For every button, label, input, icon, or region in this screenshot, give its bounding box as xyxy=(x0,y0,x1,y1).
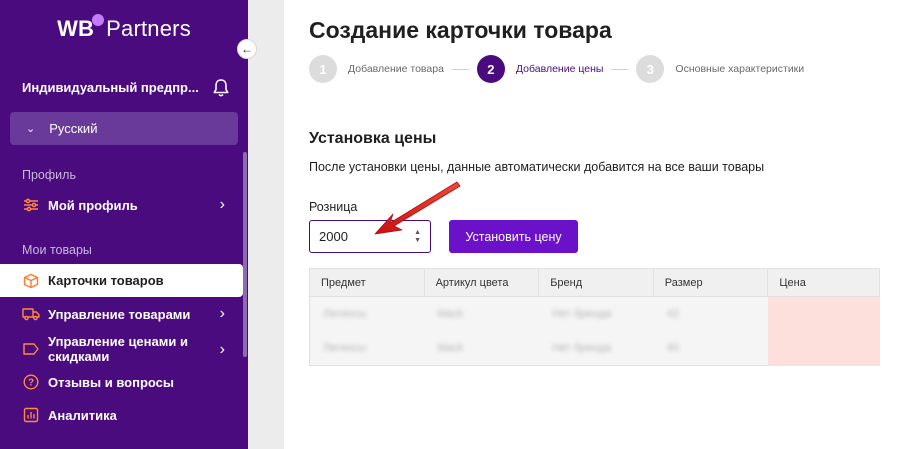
step-divider xyxy=(611,68,629,70)
section-title: Установка цены xyxy=(309,130,437,147)
header-brand: Бренд xyxy=(539,269,654,297)
label-line-2: скидками xyxy=(48,349,110,364)
chevron-right-icon: › xyxy=(219,340,225,358)
sidebar: WB Partners Индивидуальный предпр... ⌄ Ру… xyxy=(0,0,248,449)
retail-price-value: 2000 xyxy=(319,229,348,244)
sidebar-item-label: Аналитика xyxy=(48,407,117,423)
cell-brand: Нет бренда xyxy=(552,308,612,320)
table-body: Легинсы black Нет бренда 42 Легинсы blac… xyxy=(310,297,879,365)
sidebar-item-product-cards[interactable]: Карточки товаров xyxy=(0,264,243,297)
stepper: 1 Добавление товара 2 Добавление цены 3 … xyxy=(309,55,804,83)
step-divider xyxy=(451,68,469,70)
bell-icon[interactable] xyxy=(212,78,230,98)
collapse-sidebar-button[interactable]: ← xyxy=(237,39,257,59)
logo-dot-icon xyxy=(92,14,105,26)
sidebar-item-price-management[interactable]: Управление ценами и скидками › xyxy=(0,333,243,365)
cell-size: 40 xyxy=(666,342,680,354)
chevron-right-icon: › xyxy=(219,196,225,213)
section-profile: Профиль xyxy=(22,168,76,182)
step-label: Основные характеристики xyxy=(675,63,805,75)
cell-subject: Легинсы xyxy=(323,308,366,320)
logo-partners-text: Partners xyxy=(106,16,191,41)
page-title: Создание карточки товара xyxy=(309,17,612,43)
step-1[interactable]: 1 Добавление товара xyxy=(309,55,444,83)
box-icon xyxy=(22,272,40,290)
arrow-left-icon: ← xyxy=(241,42,253,56)
svg-text:?: ? xyxy=(28,378,34,389)
sliders-icon xyxy=(22,196,40,214)
annotation-arrow-icon xyxy=(374,181,461,235)
table-header: Предмет Артикул цвета Бренд Размер Цена xyxy=(310,269,879,297)
logo-wb-text: WB xyxy=(57,16,95,41)
sidebar-item-label: Мой профиль xyxy=(48,197,138,213)
label-line-1: Управление ценами и xyxy=(48,334,188,349)
step-number: 2 xyxy=(476,55,505,83)
sidebar-item-label: Отзывы и вопросы xyxy=(48,374,175,390)
sidebar-scrollbar[interactable] xyxy=(243,152,247,357)
sidebar-item-my-profile[interactable]: Мой профиль › xyxy=(0,193,243,217)
table-row[interactable]: Легинсы black Нет бренда 42 xyxy=(310,297,879,331)
table-row[interactable]: Легинсы black Нет бренда 40 xyxy=(310,331,879,365)
chevron-right-icon: › xyxy=(219,305,225,322)
retail-label: Розница xyxy=(309,200,358,214)
tag-icon xyxy=(22,340,40,358)
cell-color-article: black xyxy=(437,308,464,320)
header-color-article: Артикул цвета xyxy=(425,269,540,297)
sidebar-item-reviews[interactable]: ? Отзывы и вопросы xyxy=(0,370,243,394)
gutter xyxy=(248,0,284,449)
sidebar-item-label: Карточки товаров xyxy=(48,273,164,288)
cell-price[interactable] xyxy=(768,331,879,365)
step-label: Добавление товара xyxy=(348,63,444,75)
truck-icon xyxy=(22,305,40,323)
goods-table: Предмет Артикул цвета Бренд Размер Цена … xyxy=(309,268,880,366)
header-subject: Предмет xyxy=(310,269,425,297)
question-icon: ? xyxy=(22,373,40,391)
step-number: 1 xyxy=(309,55,337,83)
section-my-goods: Мои товары xyxy=(22,243,92,257)
sidebar-item-label: Управление ценами и скидками xyxy=(48,334,188,364)
sidebar-item-analytics[interactable]: Аналитика xyxy=(0,403,243,427)
wb-partners-logo[interactable]: WB Partners xyxy=(0,14,248,42)
cell-subject: Легинсы xyxy=(323,342,366,354)
chevron-down-icon: ⌄ xyxy=(26,123,36,135)
step-3[interactable]: 3 Основные характеристики xyxy=(636,55,804,83)
sidebar-item-label: Управление товарами xyxy=(48,306,191,322)
organization-name[interactable]: Индивидуальный предпр... xyxy=(22,80,199,95)
sidebar-item-goods-management[interactable]: Управление товарами › xyxy=(0,302,243,326)
section-description: После установки цены, данные автоматичес… xyxy=(309,160,765,174)
step-label: Добавление цены xyxy=(515,63,604,75)
cell-price[interactable] xyxy=(768,297,879,331)
step-2[interactable]: 2 Добавление цены xyxy=(476,55,604,83)
language-label: Русский xyxy=(49,121,98,136)
cell-brand: Нет бренда xyxy=(552,342,612,354)
language-selector[interactable]: ⌄ Русский xyxy=(10,112,238,145)
cell-size: 42 xyxy=(666,308,680,320)
cell-color-article: black xyxy=(437,342,464,354)
header-size: Размер xyxy=(654,269,769,297)
chart-icon xyxy=(22,406,40,424)
step-number: 3 xyxy=(636,55,665,83)
header-price: Цена xyxy=(779,277,806,289)
